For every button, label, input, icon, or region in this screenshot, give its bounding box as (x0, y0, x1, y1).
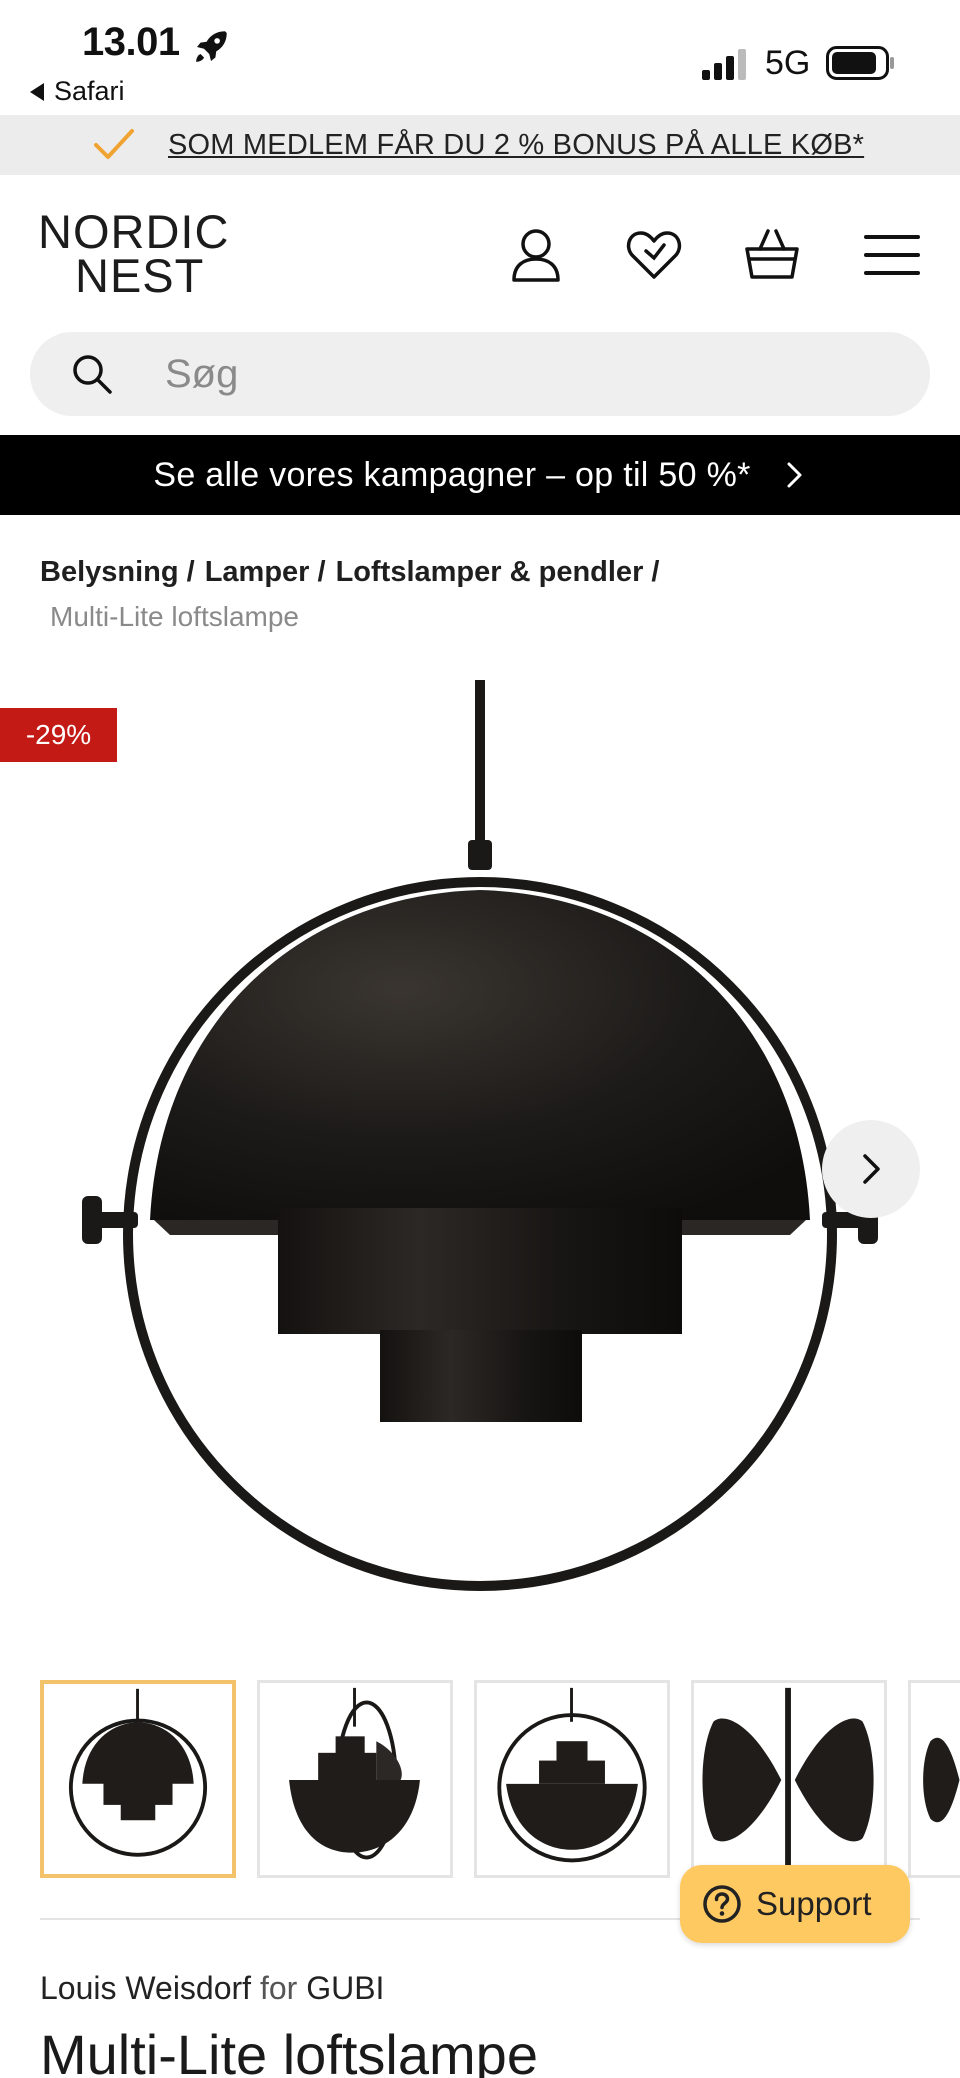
search-icon (73, 355, 112, 394)
rocket-icon (196, 31, 227, 62)
campaign-banner[interactable]: Se alle vores kampagner – op til 50 %* (0, 435, 960, 515)
product-title: Multi-Lite loftslampe (40, 2023, 538, 2078)
campaign-text: Se alle vores kampagner – op til 50 %* (153, 455, 751, 494)
search-input[interactable] (165, 344, 885, 404)
thumbnail-2[interactable] (257, 1680, 453, 1878)
network-label: 5G (765, 44, 811, 82)
member-bonus-banner[interactable]: SOM MEDLEM FÅR DU 2 % BONUS PÅ ALLE KØB* (0, 115, 960, 175)
chevron-right-icon (863, 1154, 880, 1184)
product-image[interactable] (70, 680, 890, 1600)
breadcrumb-belysning[interactable]: Belysning / (40, 556, 195, 589)
breadcrumb: Belysning / Lamper / Loftslamper & pendl… (40, 556, 659, 589)
nordic-nest-logo[interactable]: NORDIC NEST (38, 208, 229, 299)
user-icon[interactable] (506, 225, 566, 285)
chevron-right-icon (787, 462, 802, 488)
breadcrumb-current: Multi-Lite loftslampe (50, 601, 299, 632)
signal-icon (702, 49, 746, 80)
designer-name[interactable]: Louis Weisdorf (40, 1970, 251, 2006)
status-time: 13.01 (82, 20, 180, 64)
support-label: Support (756, 1885, 872, 1922)
check-icon (94, 129, 134, 159)
thumbnail-3[interactable] (474, 1680, 670, 1878)
for-word: for (259, 1970, 298, 2006)
back-app-label: Safari (54, 76, 125, 106)
status-bar: 13.01 Safari 5G (0, 0, 960, 115)
next-image-button[interactable] (822, 1120, 920, 1218)
thumbnail-4[interactable] (691, 1680, 887, 1878)
support-button[interactable]: Support (680, 1865, 910, 1943)
thumbnail-5[interactable] (908, 1680, 960, 1878)
breadcrumb-lamper[interactable]: Lamper / (205, 556, 326, 589)
help-icon (703, 1885, 741, 1923)
member-bonus-link[interactable]: SOM MEDLEM FÅR DU 2 % BONUS PÅ ALLE KØB* (168, 129, 864, 162)
search-bar[interactable] (30, 332, 930, 416)
heart-icon[interactable] (624, 225, 684, 285)
discount-badge: -29% (0, 708, 117, 762)
site-header: NORDIC NEST (0, 175, 960, 325)
basket-icon[interactable] (742, 225, 802, 285)
back-arrow-icon (30, 82, 44, 101)
thumbnail-strip (40, 1680, 960, 1878)
breadcrumb-loftslamper[interactable]: Loftslamper & pendler / (336, 556, 660, 589)
menu-icon[interactable] (862, 225, 922, 285)
back-to-app[interactable]: Safari (30, 76, 125, 107)
product-brand-line: Louis Weisdorf for GUBI (40, 1970, 384, 2007)
battery-icon (826, 46, 894, 80)
thumbnail-1[interactable] (40, 1680, 236, 1878)
brand-name[interactable]: GUBI (306, 1970, 384, 2006)
